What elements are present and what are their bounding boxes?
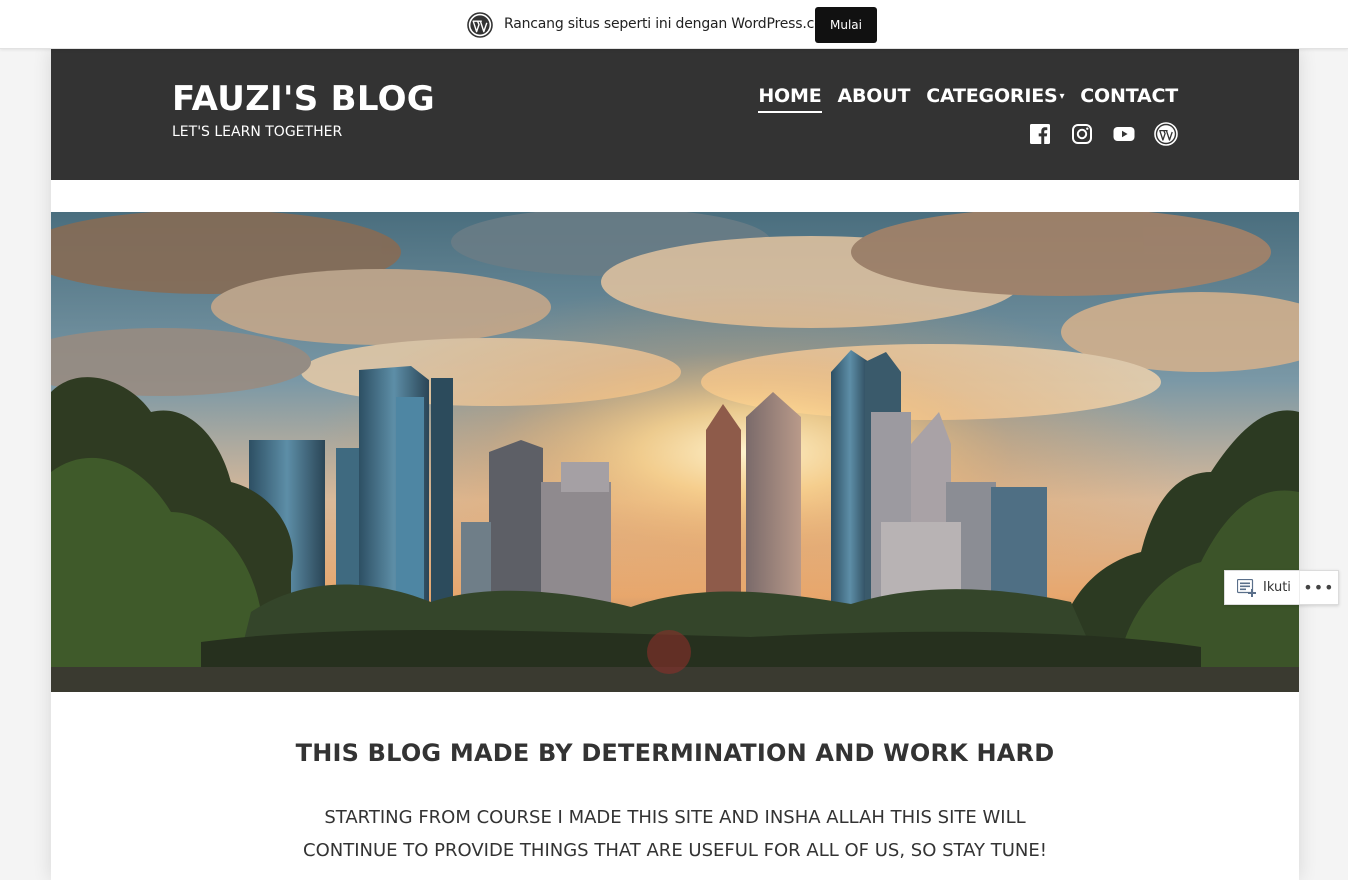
nav-item-categories-label: CATEGORIES <box>926 85 1058 107</box>
more-options-button[interactable]: ••• <box>1300 570 1338 605</box>
youtube-icon[interactable] <box>1112 122 1136 146</box>
nav-item-about-label: ABOUT <box>837 85 911 107</box>
nav-item-home[interactable]: HOME <box>758 85 822 113</box>
nav-item-about[interactable]: ABOUT <box>838 85 911 111</box>
wordpress-logo-icon[interactable] <box>467 12 493 38</box>
start-button[interactable]: Mulai <box>815 7 877 43</box>
page-container: FAUZI'S BLOG LET'S LEARN TOGETHER HOME A… <box>51 49 1299 880</box>
hero-image <box>51 212 1299 692</box>
skyline-sunset-illustration <box>51 212 1299 692</box>
nav-item-home-label: HOME <box>758 85 822 107</box>
follow-button[interactable]: Ikuti <box>1225 571 1300 604</box>
site-title[interactable]: FAUZI'S BLOG <box>172 79 435 119</box>
facebook-icon[interactable] <box>1028 122 1052 146</box>
nav-item-contact-label: CONTACT <box>1080 85 1178 107</box>
social-links <box>1028 122 1178 146</box>
wordpress-promo-text: Rancang situs seperti ini dengan WordPre… <box>504 16 836 32</box>
follow-label: Ikuti <box>1263 580 1291 595</box>
main-navigation: HOME ABOUT CATEGORIES ▾ CONTACT <box>742 85 1178 113</box>
chevron-down-icon: ▾ <box>1059 91 1065 102</box>
site-tagline: LET'S LEARN TOGETHER <box>172 124 343 140</box>
content-heading: THIS BLOG MADE BY DETERMINATION AND WORK… <box>295 739 1055 767</box>
reader-follow-icon <box>1237 578 1256 597</box>
site-header: FAUZI'S BLOG LET'S LEARN TOGETHER HOME A… <box>51 49 1299 180</box>
follow-widget: Ikuti ••• <box>1224 570 1339 605</box>
wordpress-icon[interactable] <box>1154 122 1178 146</box>
nav-item-categories[interactable]: CATEGORIES ▾ <box>926 85 1064 111</box>
instagram-icon[interactable] <box>1070 122 1094 146</box>
nav-item-contact[interactable]: CONTACT <box>1080 85 1178 111</box>
content-body: STARTING FROM COURSE I MADE THIS SITE AN… <box>303 807 1047 861</box>
wordpress-promo-banner: Rancang situs seperti ini dengan WordPre… <box>0 0 1348 49</box>
